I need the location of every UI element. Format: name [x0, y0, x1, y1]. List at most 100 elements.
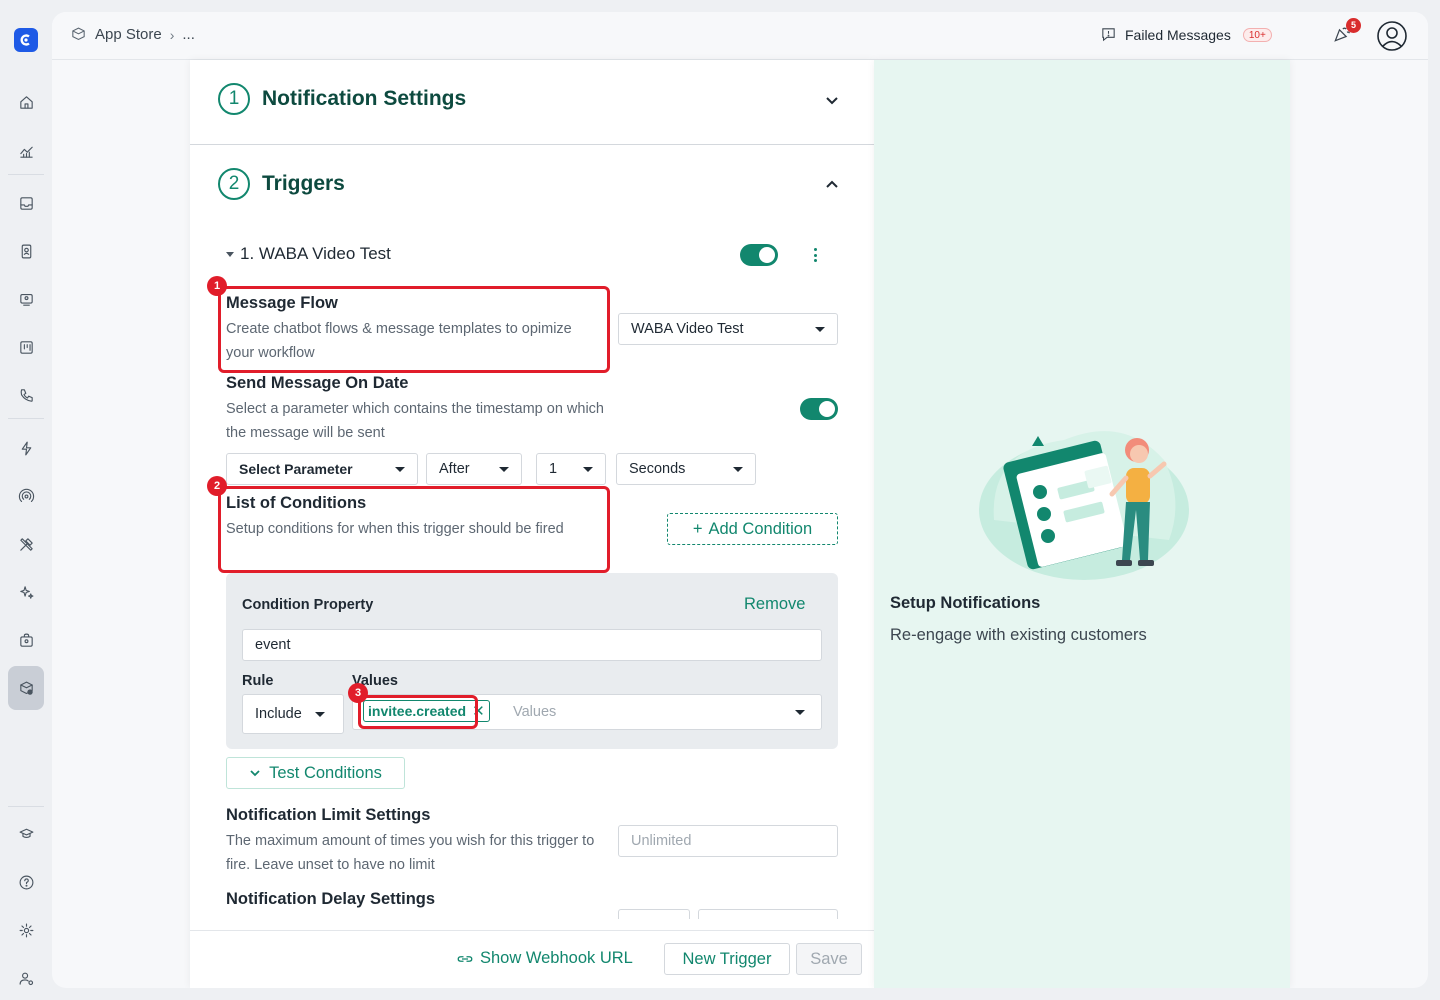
user-settings-icon[interactable] — [14, 966, 38, 990]
more-options-icon[interactable] — [814, 248, 818, 262]
send-on-date-title: Send Message On Date — [226, 374, 409, 392]
settings-gear-icon[interactable] — [14, 918, 38, 942]
failed-messages-count-badge: 10+ — [1242, 27, 1272, 42]
condition-property-input[interactable]: event — [242, 629, 822, 661]
unit-select-value: Seconds — [629, 461, 686, 477]
save-button[interactable]: Save — [796, 943, 862, 975]
send-on-date-description: Select a parameter which contains the ti… — [226, 401, 604, 441]
automation-icon[interactable] — [14, 436, 38, 460]
message-alert-icon — [1102, 28, 1115, 42]
setup-notifications-subtitle: Re-engage with existing customers — [890, 626, 1147, 644]
notification-settings-panel: 1 Notification Settings 2 Triggers 1. WA… — [190, 60, 874, 988]
help-icon[interactable] — [14, 870, 38, 894]
rule-select-value: Include — [255, 706, 302, 722]
chevron-right-icon: › — [169, 26, 175, 43]
show-webhook-url-button[interactable]: Show Webhook URL — [456, 949, 633, 968]
panel-footer: Show Webhook URL New Trigger Save — [190, 930, 874, 988]
caret-down-icon — [226, 251, 234, 257]
user-avatar-icon[interactable] — [1376, 20, 1408, 52]
notification-illustration — [979, 431, 1189, 580]
limit-title: Notification Limit Settings — [226, 806, 431, 824]
remove-condition-button[interactable]: Remove — [744, 595, 805, 614]
main-card: App Store › ... Failed Messages 10+ 5 1 … — [52, 12, 1428, 988]
message-flow-select[interactable]: WABA Video Test — [618, 313, 838, 345]
caret-down-icon — [815, 327, 825, 332]
announcements-button[interactable]: 5 — [1332, 18, 1361, 46]
chevron-down-icon[interactable] — [824, 92, 840, 108]
new-trigger-button[interactable]: New Trigger — [664, 943, 790, 975]
condition-property-value: event — [255, 637, 291, 653]
caret-down-icon — [795, 710, 805, 715]
failed-messages-label: Failed Messages — [1125, 26, 1231, 43]
conditions-title: List of Conditions — [226, 494, 367, 512]
section-divider — [190, 144, 874, 145]
rule-select[interactable]: Include — [242, 694, 344, 734]
section-title: Triggers — [262, 172, 345, 195]
caret-down-icon — [499, 467, 509, 472]
amount-select[interactable]: 1 — [536, 453, 606, 485]
tools-icon[interactable] — [14, 532, 38, 556]
values-placeholder: Values — [513, 704, 557, 720]
setup-info-panel: Setup Notifications Re-engage with exist… — [874, 60, 1290, 988]
conditions-description: Setup conditions for when this trigger s… — [226, 521, 564, 537]
chevron-up-icon[interactable] — [824, 177, 840, 193]
app-logo-icon[interactable] — [14, 28, 38, 52]
caret-down-icon — [583, 467, 593, 472]
broadcast-icon[interactable] — [14, 287, 38, 311]
chevron-down-icon — [250, 770, 260, 777]
annotation-badge-1: 1 — [207, 276, 227, 296]
parameter-select[interactable]: Select Parameter — [226, 453, 418, 485]
ai-sparkle-icon[interactable] — [14, 580, 38, 604]
step-number: 2 — [218, 168, 250, 200]
app-store-breadcrumb-icon — [72, 27, 85, 41]
delay-unit-select[interactable] — [698, 909, 838, 919]
step-number: 1 — [218, 83, 250, 115]
caret-down-icon — [315, 712, 325, 717]
limit-description: The maximum amount of times you wish for… — [226, 833, 595, 873]
failed-messages-link[interactable]: Failed Messages 10+ — [1100, 26, 1272, 43]
board-icon[interactable] — [14, 335, 38, 359]
unit-select[interactable]: Seconds — [616, 453, 756, 485]
message-flow-description: Create chatbot flows & message templates… — [226, 321, 572, 361]
timing-select-value: After — [439, 461, 470, 477]
test-conditions-button[interactable]: Test Conditions — [226, 757, 405, 789]
rule-label: Rule — [242, 673, 274, 689]
limit-input[interactable]: Unlimited — [618, 825, 838, 857]
link-icon — [457, 955, 473, 962]
condition-card: Condition Property Remove event Rule Val… — [226, 573, 838, 749]
amount-select-value: 1 — [549, 461, 558, 477]
phone-icon[interactable] — [14, 383, 38, 407]
limit-placeholder: Unlimited — [631, 833, 692, 849]
app-store-icon[interactable] — [14, 676, 38, 700]
add-condition-label: Add Condition — [708, 519, 813, 538]
section-triggers-header[interactable]: 2 Triggers — [218, 168, 345, 200]
plus-icon: + — [692, 519, 703, 538]
notification-count-badge: 5 — [1346, 18, 1361, 33]
send-on-date-toggle[interactable] — [800, 398, 838, 420]
inbox-icon[interactable] — [14, 191, 38, 215]
top-bar: App Store › ... Failed Messages 10+ 5 — [52, 12, 1428, 60]
section-notification-settings-header[interactable]: 1 Notification Settings — [218, 83, 466, 115]
section-title: Notification Settings — [262, 87, 467, 110]
signal-icon[interactable] — [14, 484, 38, 508]
caret-down-icon — [733, 467, 743, 472]
add-condition-button[interactable]: + Add Condition — [667, 513, 838, 545]
academy-icon[interactable] — [14, 821, 38, 845]
timing-select[interactable]: After — [426, 453, 522, 485]
home-icon[interactable] — [14, 90, 38, 114]
delay-amount-input[interactable] — [618, 909, 690, 919]
analytics-icon[interactable] — [14, 139, 38, 163]
trigger-enabled-toggle[interactable] — [740, 244, 778, 266]
trigger-name: 1. WABA Video Test — [240, 244, 391, 263]
breadcrumb-app-store[interactable]: App Store — [95, 26, 162, 43]
breadcrumb-current[interactable]: ... — [182, 26, 195, 43]
test-conditions-label: Test Conditions — [269, 763, 382, 782]
setup-notifications-title: Setup Notifications — [890, 594, 1041, 612]
highlight-box-value-tag — [358, 695, 478, 729]
parameter-select-placeholder: Select Parameter — [239, 461, 353, 477]
show-webhook-url-label: Show Webhook URL — [480, 949, 633, 967]
left-navigation-rail — [0, 0, 52, 1000]
trigger-header[interactable]: 1. WABA Video Test — [226, 244, 391, 264]
contacts-icon[interactable] — [14, 239, 38, 263]
shop-icon[interactable] — [14, 628, 38, 652]
